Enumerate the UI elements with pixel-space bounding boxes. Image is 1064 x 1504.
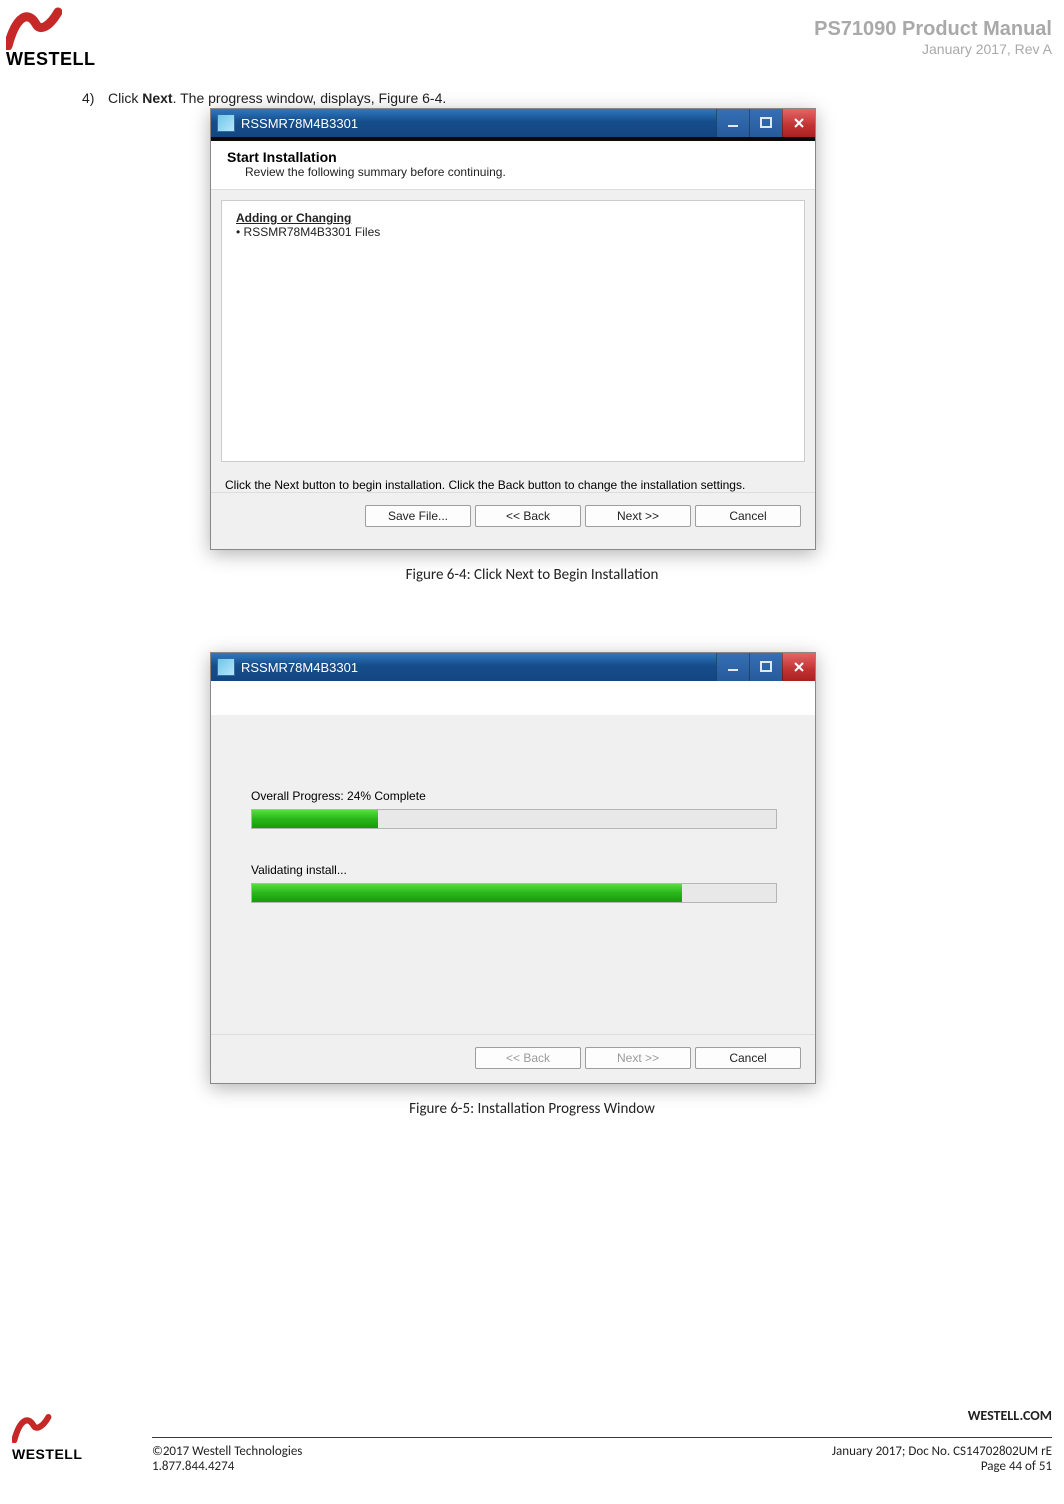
minimize-button[interactable] bbox=[716, 653, 749, 681]
step-number: 4) bbox=[82, 90, 94, 106]
titlebar[interactable]: RSSMR78M4B3301 bbox=[211, 653, 815, 681]
window-title: RSSMR78M4B3301 bbox=[241, 660, 358, 675]
footer-phone: 1.877.844.4274 bbox=[152, 1459, 302, 1474]
section-title: Start Installation bbox=[227, 149, 805, 165]
summary-item: • RSSMR78M4B3301 Files bbox=[236, 225, 790, 239]
cancel-button[interactable]: Cancel bbox=[695, 1047, 801, 1069]
close-button[interactable] bbox=[782, 653, 815, 681]
step-instruction: Click Next. The progress window, display… bbox=[108, 90, 446, 106]
maximize-button[interactable] bbox=[749, 109, 782, 137]
page-number: Page 44 of 51 bbox=[832, 1459, 1052, 1474]
window-title: RSSMR78M4B3301 bbox=[241, 116, 358, 131]
cancel-button[interactable]: Cancel bbox=[695, 505, 801, 527]
westell-swoosh-icon bbox=[12, 1413, 52, 1443]
next-button: Next >> bbox=[585, 1047, 691, 1069]
overall-progress-label: Overall Progress: 24% Complete bbox=[251, 789, 775, 803]
close-icon bbox=[793, 117, 805, 129]
task-progress-bar bbox=[251, 883, 777, 903]
back-button: << Back bbox=[475, 1047, 581, 1069]
minimize-icon bbox=[727, 117, 739, 129]
overall-progress-fill bbox=[252, 810, 378, 828]
page-header: PS71090 Product Manual January 2017, Rev… bbox=[814, 18, 1052, 57]
minimize-icon bbox=[727, 661, 739, 673]
summary-box: Adding or Changing • RSSMR78M4B3301 File… bbox=[221, 200, 805, 462]
footer-brand: WESTELL bbox=[12, 1446, 132, 1462]
figure-caption-2: Figure 6-5: Installation Progress Window bbox=[0, 1100, 1064, 1118]
progress-area: Overall Progress: 24% Complete Validatin… bbox=[211, 715, 815, 913]
doc-number: January 2017; Doc No. CS14702802UM rE bbox=[832, 1444, 1052, 1459]
summary-heading: Adding or Changing bbox=[236, 211, 790, 225]
manual-revision: January 2017, Rev A bbox=[814, 41, 1052, 57]
button-row: Save File... << Back Next >> Cancel bbox=[211, 492, 815, 541]
maximize-icon bbox=[760, 117, 772, 129]
overall-progress-bar bbox=[251, 809, 777, 829]
installer-progress-dialog: RSSMR78M4B3301 Overall Progress: 2 bbox=[210, 652, 816, 1084]
app-icon bbox=[217, 114, 235, 132]
footer-logo: WESTELL bbox=[12, 1413, 132, 1462]
maximize-button[interactable] bbox=[749, 653, 782, 681]
next-button[interactable]: Next >> bbox=[585, 505, 691, 527]
page-footer: WESTELL WESTELL.COM ©2017 Westell Techno… bbox=[12, 1437, 1052, 1474]
section-subtitle: Review the following summary before cont… bbox=[227, 165, 805, 179]
brand-name: WESTELL bbox=[6, 49, 106, 70]
maximize-icon bbox=[760, 661, 772, 673]
manual-title: PS71090 Product Manual bbox=[814, 18, 1052, 41]
westell-swoosh-icon bbox=[6, 6, 62, 50]
close-button[interactable] bbox=[782, 109, 815, 137]
installer-start-dialog: RSSMR78M4B3301 Start Installation bbox=[210, 108, 816, 550]
app-icon bbox=[217, 658, 235, 676]
titlebar[interactable]: RSSMR78M4B3301 bbox=[211, 109, 815, 137]
close-icon bbox=[793, 661, 805, 673]
footer-site: WESTELL.COM bbox=[968, 1407, 1052, 1424]
task-progress-fill bbox=[252, 884, 682, 902]
minimize-button[interactable] bbox=[716, 109, 749, 137]
help-text: Click the Next button to begin installat… bbox=[211, 472, 815, 492]
brand-logo: WESTELL bbox=[6, 6, 106, 70]
dialog-heading: Start Installation Review the following … bbox=[211, 141, 815, 190]
button-row: << Back Next >> Cancel bbox=[211, 1034, 815, 1083]
back-button[interactable]: << Back bbox=[475, 505, 581, 527]
task-progress-label: Validating install... bbox=[251, 863, 775, 877]
copyright: ©2017 Westell Technologies bbox=[152, 1444, 302, 1459]
save-file-button[interactable]: Save File... bbox=[365, 505, 471, 527]
footer-rule bbox=[152, 1437, 1052, 1438]
figure-caption-1: Figure 6-4: Click Next to Begin Installa… bbox=[0, 566, 1064, 584]
